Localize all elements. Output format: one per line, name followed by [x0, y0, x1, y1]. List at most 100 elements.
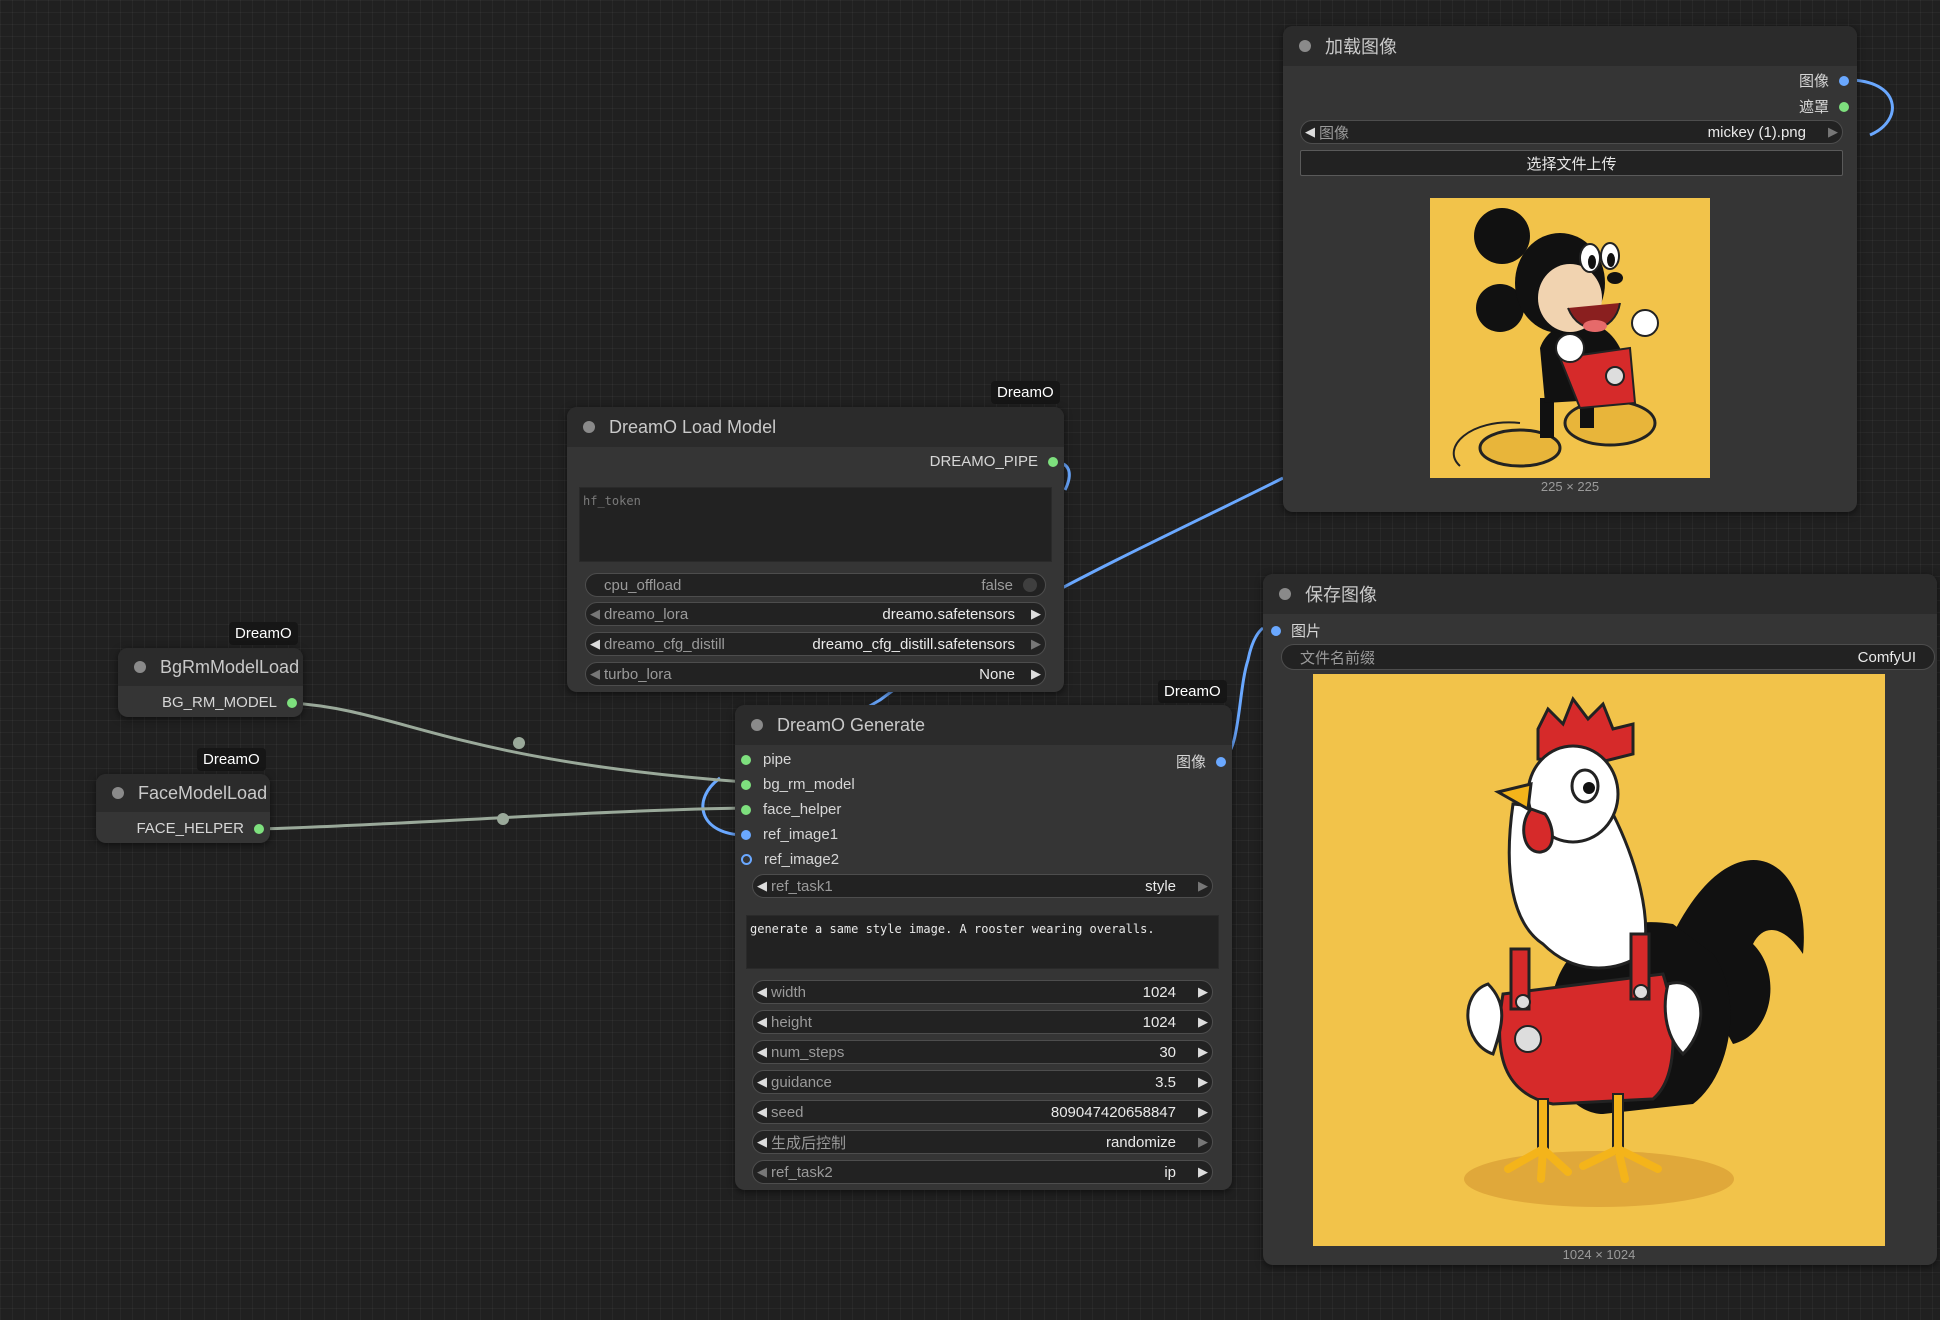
image-select-widget[interactable]: ◀ 图像 mickey (1).png ▶: [1300, 120, 1843, 144]
collapse-dot-icon[interactable]: [1299, 40, 1311, 52]
wire-bgrm: [291, 701, 746, 784]
turbo-lora-select[interactable]: ◀ turbo_lora None ▶: [585, 662, 1046, 686]
node-title-bar[interactable]: 加载图像: [1283, 26, 1857, 66]
input-ref-image1[interactable]: ref_image1: [741, 826, 838, 843]
output-bg-rm-model[interactable]: BG_RM_MODEL: [162, 694, 297, 711]
collapse-dot-icon[interactable]: [583, 421, 595, 433]
output-image[interactable]: 图像: [1176, 751, 1226, 772]
node-title-bar[interactable]: DreamO Generate: [735, 705, 1232, 745]
arrow-left-icon[interactable]: ◀: [753, 878, 771, 894]
input-label: bg_rm_model: [763, 776, 855, 793]
load-image-node[interactable]: 加载图像 图像 遮罩 ◀ 图像 mickey (1).png ▶ 选择文件上传: [1283, 26, 1857, 512]
arrow-left-icon[interactable]: ◀: [1301, 124, 1319, 140]
node-badge: DreamO: [197, 748, 266, 771]
widget-value: dreamo_cfg_distill.safetensors: [812, 635, 1015, 653]
collapse-dot-icon[interactable]: [134, 661, 146, 673]
output-slot-icon[interactable]: [287, 697, 297, 708]
arrow-right-icon[interactable]: ▶: [1194, 1134, 1212, 1150]
arrow-right-icon[interactable]: ▶: [1194, 1014, 1212, 1030]
widget-value: 30: [1159, 1043, 1176, 1061]
prompt-textarea[interactable]: generate a same style image. A rooster w…: [746, 915, 1219, 969]
arrow-left-icon[interactable]: ◀: [586, 666, 604, 682]
widget-value: false: [981, 576, 1013, 594]
collapse-dot-icon[interactable]: [751, 719, 763, 731]
output-face-helper[interactable]: FACE_HELPER: [136, 820, 264, 837]
cpu-offload-toggle[interactable]: cpu_offload false: [585, 573, 1046, 597]
widget-value: mickey (1).png: [1707, 123, 1806, 141]
output-slot-icon[interactable]: [1839, 75, 1849, 86]
ref-task1-select[interactable]: ◀ ref_task1 style ▶: [752, 874, 1213, 898]
input-slot-icon[interactable]: [1271, 625, 1281, 636]
control-after-generate-select[interactable]: ◀ 生成后控制 randomize ▶: [752, 1130, 1213, 1154]
input-face-helper[interactable]: face_helper: [741, 801, 841, 818]
arrow-left-icon[interactable]: ◀: [753, 1164, 771, 1180]
collapse-dot-icon[interactable]: [112, 787, 124, 799]
filename-prefix-input[interactable]: 文件名前缀 ComfyUI: [1281, 644, 1935, 670]
node-title-bar[interactable]: DreamO Load Model: [567, 407, 1064, 447]
arrow-left-icon[interactable]: ◀: [586, 636, 604, 652]
input-slot-icon[interactable]: [741, 804, 751, 815]
arrow-left-icon[interactable]: ◀: [753, 984, 771, 1000]
output-slot-icon[interactable]: [254, 823, 264, 834]
arrow-left-icon[interactable]: ◀: [753, 1104, 771, 1120]
arrow-left-icon[interactable]: ◀: [753, 1074, 771, 1090]
node-title-bar[interactable]: FaceModelLoad: [96, 774, 270, 812]
guidance-stepper[interactable]: ◀ guidance 3.5 ▶: [752, 1070, 1213, 1094]
arrow-right-icon[interactable]: ▶: [1027, 636, 1045, 652]
node-title-bar[interactable]: BgRmModelLoad: [118, 648, 303, 686]
node-title-bar[interactable]: 保存图像: [1263, 574, 1937, 614]
toggle-knob-icon[interactable]: [1023, 578, 1037, 592]
widget-value: None: [979, 665, 1015, 683]
hf-token-input[interactable]: hf_token: [579, 487, 1052, 562]
widget-label: cpu_offload: [604, 576, 682, 594]
output-label: 图像: [1175, 754, 1206, 771]
widget-value: dreamo.safetensors: [882, 605, 1015, 623]
output-dreamo-pipe[interactable]: DREAMO_PIPE: [930, 453, 1058, 470]
arrow-right-icon[interactable]: ▶: [1027, 606, 1045, 622]
arrow-left-icon[interactable]: ◀: [753, 1044, 771, 1060]
input-slot-icon[interactable]: [741, 854, 752, 865]
arrow-left-icon[interactable]: ◀: [753, 1014, 771, 1030]
upload-button[interactable]: 选择文件上传: [1300, 150, 1843, 176]
output-slot-icon[interactable]: [1048, 456, 1058, 467]
dreamo-cfg-distill-select[interactable]: ◀ dreamo_cfg_distill dreamo_cfg_distill.…: [585, 632, 1046, 656]
arrow-right-icon[interactable]: ▶: [1027, 666, 1045, 682]
widget-label: num_steps: [771, 1043, 845, 1061]
arrow-right-icon[interactable]: ▶: [1824, 124, 1842, 140]
input-pipe[interactable]: pipe: [741, 751, 791, 768]
input-ref-image2[interactable]: ref_image2: [741, 851, 839, 868]
arrow-left-icon[interactable]: ◀: [586, 606, 604, 622]
dreamo-generate-node[interactable]: DreamO Generate pipe bg_rm_model face_he…: [735, 705, 1232, 1190]
arrow-left-icon[interactable]: ◀: [753, 1134, 771, 1150]
arrow-right-icon[interactable]: ▶: [1194, 1074, 1212, 1090]
arrow-right-icon[interactable]: ▶: [1194, 1164, 1212, 1180]
width-stepper[interactable]: ◀ width 1024 ▶: [752, 980, 1213, 1004]
arrow-right-icon[interactable]: ▶: [1194, 878, 1212, 894]
arrow-right-icon[interactable]: ▶: [1194, 1044, 1212, 1060]
dreamo-load-model-node[interactable]: DreamO Load Model DREAMO_PIPE hf_token c…: [567, 407, 1064, 692]
save-image-node[interactable]: 保存图像 图片 文件名前缀 ComfyUI 1024 × 1024: [1263, 574, 1937, 1265]
widget-label: guidance: [771, 1073, 832, 1091]
output-mask[interactable]: 遮罩: [1799, 96, 1849, 117]
seed-stepper[interactable]: ◀ seed 809047420658847 ▶: [752, 1100, 1213, 1124]
input-slot-icon[interactable]: [741, 779, 751, 790]
arrow-right-icon[interactable]: ▶: [1194, 984, 1212, 1000]
bgrm-model-load-node[interactable]: BgRmModelLoad BG_RM_MODEL: [118, 648, 303, 717]
collapse-dot-icon[interactable]: [1279, 588, 1291, 600]
output-slot-icon[interactable]: [1216, 756, 1226, 767]
widget-value: 809047420658847: [1050, 1103, 1176, 1121]
arrow-right-icon[interactable]: ▶: [1194, 1104, 1212, 1120]
face-model-load-node[interactable]: FaceModelLoad FACE_HELPER: [96, 774, 270, 843]
height-stepper[interactable]: ◀ height 1024 ▶: [752, 1010, 1213, 1034]
widget-label: dreamo_cfg_distill: [604, 635, 725, 653]
input-bg-rm-model[interactable]: bg_rm_model: [741, 776, 855, 793]
dreamo-lora-select[interactable]: ◀ dreamo_lora dreamo.safetensors ▶: [585, 602, 1046, 626]
output-image[interactable]: 图像: [1799, 70, 1849, 91]
num-steps-stepper[interactable]: ◀ num_steps 30 ▶: [752, 1040, 1213, 1064]
image-size-caption: 1024 × 1024: [1562, 1247, 1636, 1262]
ref-task2-select[interactable]: ◀ ref_task2 ip ▶: [752, 1160, 1213, 1184]
output-slot-icon[interactable]: [1839, 101, 1849, 112]
input-slot-icon[interactable]: [741, 754, 751, 765]
input-slot-icon[interactable]: [741, 829, 751, 840]
input-image[interactable]: 图片: [1271, 620, 1321, 641]
